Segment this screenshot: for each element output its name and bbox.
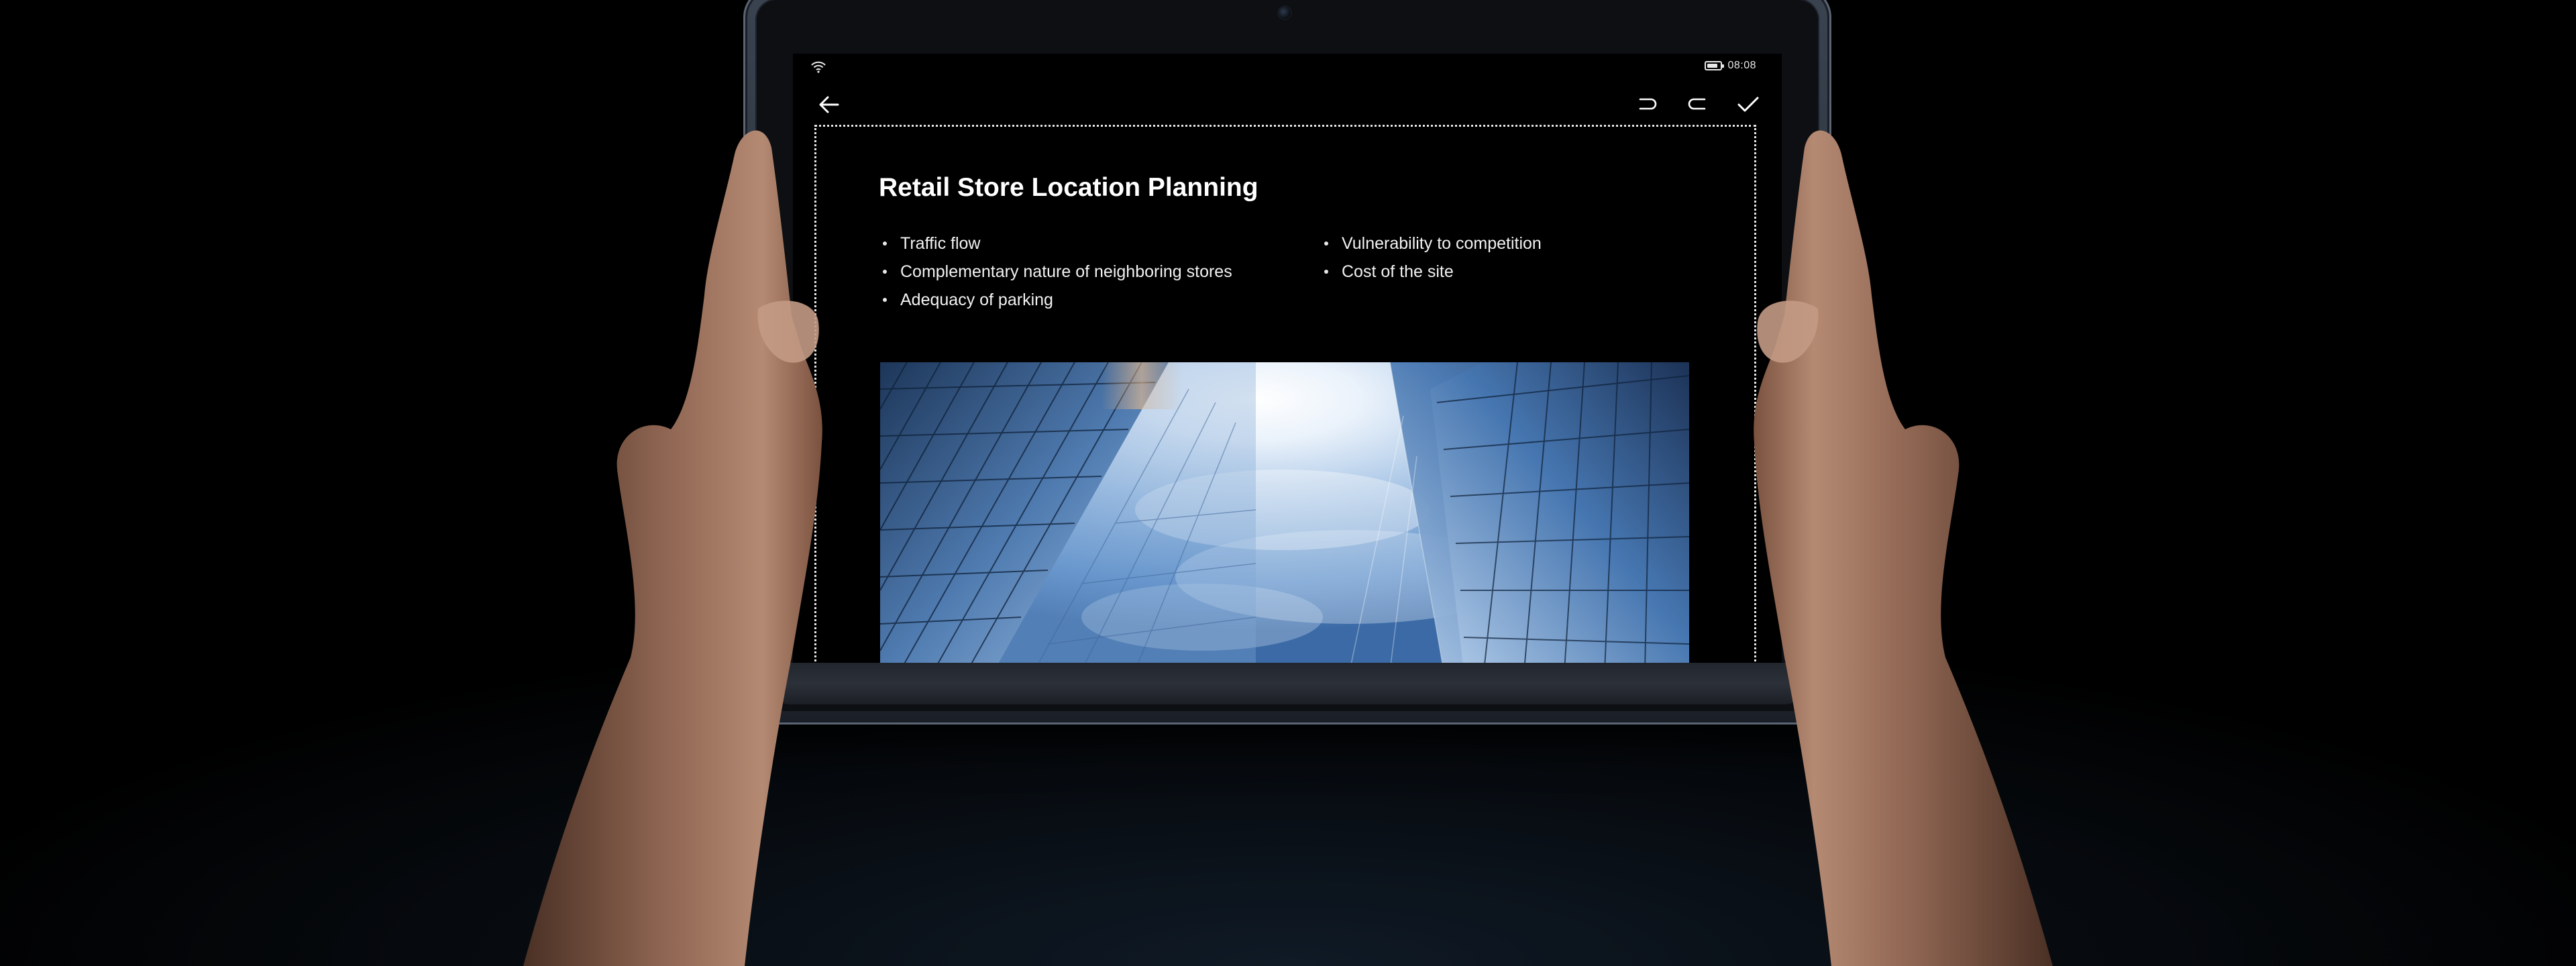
slide-image-glass-buildings[interactable] [880,362,1689,663]
product-photo-stage: 08:08 Retail Store Location Planning Tra… [0,0,2576,966]
tablet-device: 08:08 Retail Store Location Planning Tra… [743,0,1831,724]
redo-button[interactable] [1678,86,1716,123]
status-right: 08:08 [1705,60,1756,72]
bullet-item: Cost of the site [1323,258,1542,286]
arrow-left-icon [819,96,839,113]
front-camera [1279,7,1291,19]
battery-level [1707,64,1717,68]
bullet-item: Vulnerability to competition [1323,229,1542,258]
status-bar: 08:08 [793,54,1782,80]
battery-icon [1705,61,1725,70]
bullet-item: Traffic flow [881,229,1232,258]
bullet-item: Complementary nature of neighboring stor… [881,258,1232,286]
bullet-list-left[interactable]: Traffic flow Complementary nature of nei… [881,229,1232,314]
slide-title[interactable]: Retail Store Location Planning [879,173,1258,203]
undo-button[interactable] [1629,86,1666,123]
wifi-icon [811,61,826,73]
bullet-list-right[interactable]: Vulnerability to competition Cost of the… [1323,229,1542,286]
bullet-item: Adequacy of parking [881,286,1232,314]
undo-icon [1639,98,1657,110]
tablet-screen: 08:08 Retail Store Location Planning Tra… [793,54,1782,663]
tablet-bottom-edge [770,663,1805,704]
back-button[interactable] [810,86,848,123]
confirm-button[interactable] [1729,86,1767,123]
glass-buildings-image [880,362,1689,663]
status-time: 08:08 [1727,60,1756,71]
checkmark-icon [1737,97,1759,112]
redo-icon [1688,98,1706,110]
editor-toolbar [793,86,1782,126]
